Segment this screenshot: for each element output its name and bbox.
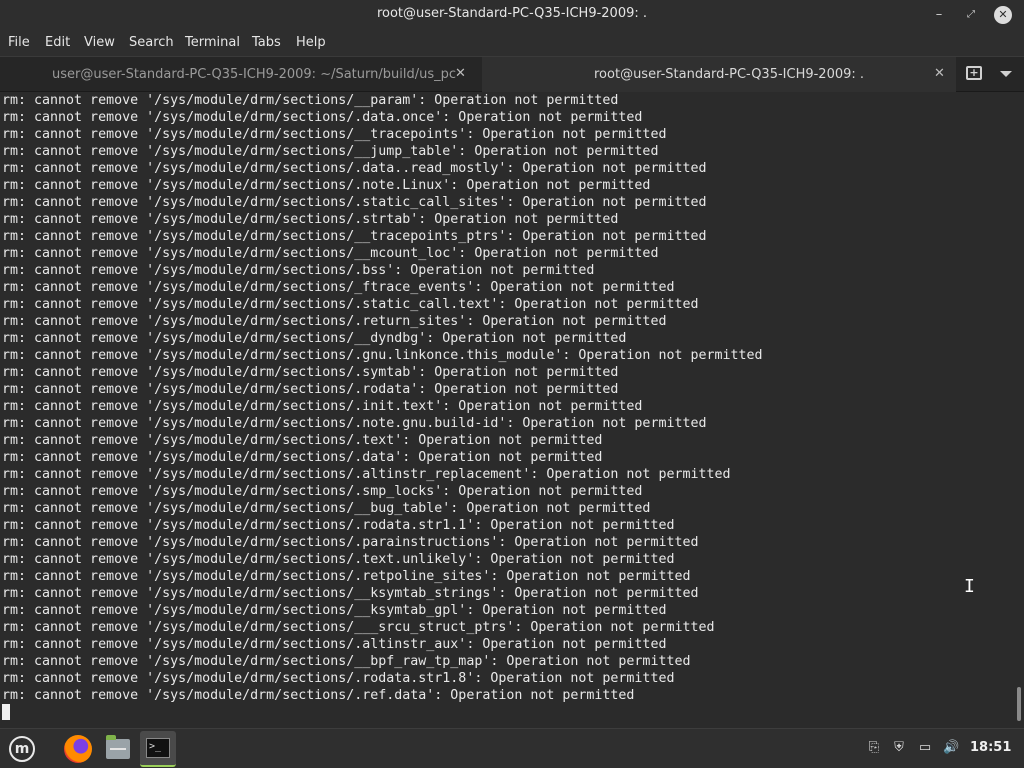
menu-bar: File Edit View Search Terminal Tabs Help xyxy=(0,30,1024,56)
scrollbar[interactable] xyxy=(1017,687,1021,721)
window-titlebar: root@user-Standard-PC-Q35-ICH9-2009: . –… xyxy=(0,0,1024,30)
clipboard-icon[interactable]: ⎘ xyxy=(866,740,882,756)
terminal-line: rm: cannot remove '/sys/module/drm/secti… xyxy=(2,195,707,210)
menu-terminal[interactable]: Terminal xyxy=(185,35,240,50)
terminal-line: rm: cannot remove '/sys/module/drm/secti… xyxy=(2,501,651,516)
menu-view[interactable]: View xyxy=(84,35,115,50)
shield-icon[interactable]: ⛨ xyxy=(891,740,907,756)
terminal-line: rm: cannot remove '/sys/module/drm/secti… xyxy=(2,263,595,278)
menu-help[interactable]: Help xyxy=(296,35,326,50)
terminal-icon[interactable]: >_ xyxy=(140,731,176,767)
mint-menu-icon[interactable]: m xyxy=(4,731,40,767)
terminal-line: rm: cannot remove '/sys/module/drm/secti… xyxy=(2,127,667,142)
tab-close-icon[interactable]: ✕ xyxy=(934,66,945,81)
menu-tabs[interactable]: Tabs xyxy=(252,35,281,50)
terminal-line: rm: cannot remove '/sys/module/drm/secti… xyxy=(2,93,619,108)
terminal-line: rm: cannot remove '/sys/module/drm/secti… xyxy=(2,688,635,703)
maximize-button[interactable]: ⤢ xyxy=(962,6,980,24)
tab-label: user@user-Standard-PC-Q35-ICH9-2009: ~/S… xyxy=(52,67,457,82)
firefox-icon[interactable] xyxy=(60,731,96,767)
terminal-line: rm: cannot remove '/sys/module/drm/secti… xyxy=(2,484,643,499)
clock[interactable]: 18:51 xyxy=(970,740,1011,755)
menu-search[interactable]: Search xyxy=(129,35,174,50)
terminal-output[interactable]: rm: cannot remove '/sys/module/drm/secti… xyxy=(0,92,1024,728)
terminal-line: rm: cannot remove '/sys/module/drm/secti… xyxy=(2,348,763,363)
menu-file[interactable]: File xyxy=(8,35,30,50)
terminal-line: rm: cannot remove '/sys/module/drm/secti… xyxy=(2,552,675,567)
network-icon[interactable]: ▭ xyxy=(917,740,933,756)
terminal-line: rm: cannot remove '/sys/module/drm/secti… xyxy=(2,399,643,414)
menu-edit[interactable]: Edit xyxy=(45,35,70,50)
terminal-line: rm: cannot remove '/sys/module/drm/secti… xyxy=(2,246,659,261)
terminal-line: rm: cannot remove '/sys/module/drm/secti… xyxy=(2,212,619,227)
terminal-line: rm: cannot remove '/sys/module/drm/secti… xyxy=(2,620,715,635)
terminal-line: rm: cannot remove '/sys/module/drm/secti… xyxy=(2,297,699,312)
taskbar: m >_ ⎘ ⛨ ▭ 🔊 18:51 xyxy=(0,728,1024,768)
files-icon[interactable] xyxy=(100,731,136,767)
ibeam-cursor-icon: I xyxy=(964,576,975,597)
terminal-line: rm: cannot remove '/sys/module/drm/secti… xyxy=(2,178,651,193)
terminal-line: rm: cannot remove '/sys/module/drm/secti… xyxy=(2,535,699,550)
terminal-line: rm: cannot remove '/sys/module/drm/secti… xyxy=(2,161,707,176)
terminal-line: rm: cannot remove '/sys/module/drm/secti… xyxy=(2,314,667,329)
terminal-line: rm: cannot remove '/sys/module/drm/secti… xyxy=(2,433,603,448)
terminal-line: rm: cannot remove '/sys/module/drm/secti… xyxy=(2,331,627,346)
terminal-line: rm: cannot remove '/sys/module/drm/secti… xyxy=(2,518,675,533)
terminal-line: rm: cannot remove '/sys/module/drm/secti… xyxy=(2,416,707,431)
tab-label: root@user-Standard-PC-Q35-ICH9-2009: . xyxy=(594,67,865,82)
tab-close-icon[interactable]: ✕ xyxy=(455,66,466,81)
terminal-line: rm: cannot remove '/sys/module/drm/secti… xyxy=(2,382,619,397)
volume-icon[interactable]: 🔊 xyxy=(943,740,959,756)
terminal-line: rm: cannot remove '/sys/module/drm/secti… xyxy=(2,637,667,652)
close-button[interactable]: ✕ xyxy=(994,6,1012,24)
terminal-line: rm: cannot remove '/sys/module/drm/secti… xyxy=(2,654,691,669)
window-title: root@user-Standard-PC-Q35-ICH9-2009: . xyxy=(376,6,648,21)
new-tab-icon[interactable]: + xyxy=(966,66,982,80)
terminal-lines: rm: cannot remove '/sys/module/drm/secti… xyxy=(2,92,763,704)
tab-root[interactable]: root@user-Standard-PC-Q35-ICH9-2009: . ✕ xyxy=(482,57,956,93)
terminal-line: rm: cannot remove '/sys/module/drm/secti… xyxy=(2,229,707,244)
terminal-line: rm: cannot remove '/sys/module/drm/secti… xyxy=(2,467,731,482)
terminal-line: rm: cannot remove '/sys/module/drm/secti… xyxy=(2,110,643,125)
terminal-line: rm: cannot remove '/sys/module/drm/secti… xyxy=(2,569,691,584)
terminal-line: rm: cannot remove '/sys/module/drm/secti… xyxy=(2,280,675,295)
tab-user-saturn[interactable]: user@user-Standard-PC-Q35-ICH9-2009: ~/S… xyxy=(0,57,482,93)
terminal-line: rm: cannot remove '/sys/module/drm/secti… xyxy=(2,671,675,686)
terminal-line: rm: cannot remove '/sys/module/drm/secti… xyxy=(2,365,619,380)
minimize-button[interactable]: – xyxy=(930,6,948,24)
terminal-line: rm: cannot remove '/sys/module/drm/secti… xyxy=(2,586,699,601)
text-cursor xyxy=(2,704,10,720)
terminal-line: rm: cannot remove '/sys/module/drm/secti… xyxy=(2,603,667,618)
terminal-line: rm: cannot remove '/sys/module/drm/secti… xyxy=(2,450,603,465)
terminal-line: rm: cannot remove '/sys/module/drm/secti… xyxy=(2,144,659,159)
tab-menu-chevron-icon[interactable] xyxy=(1000,71,1012,77)
tab-bar: user@user-Standard-PC-Q35-ICH9-2009: ~/S… xyxy=(0,56,1024,93)
